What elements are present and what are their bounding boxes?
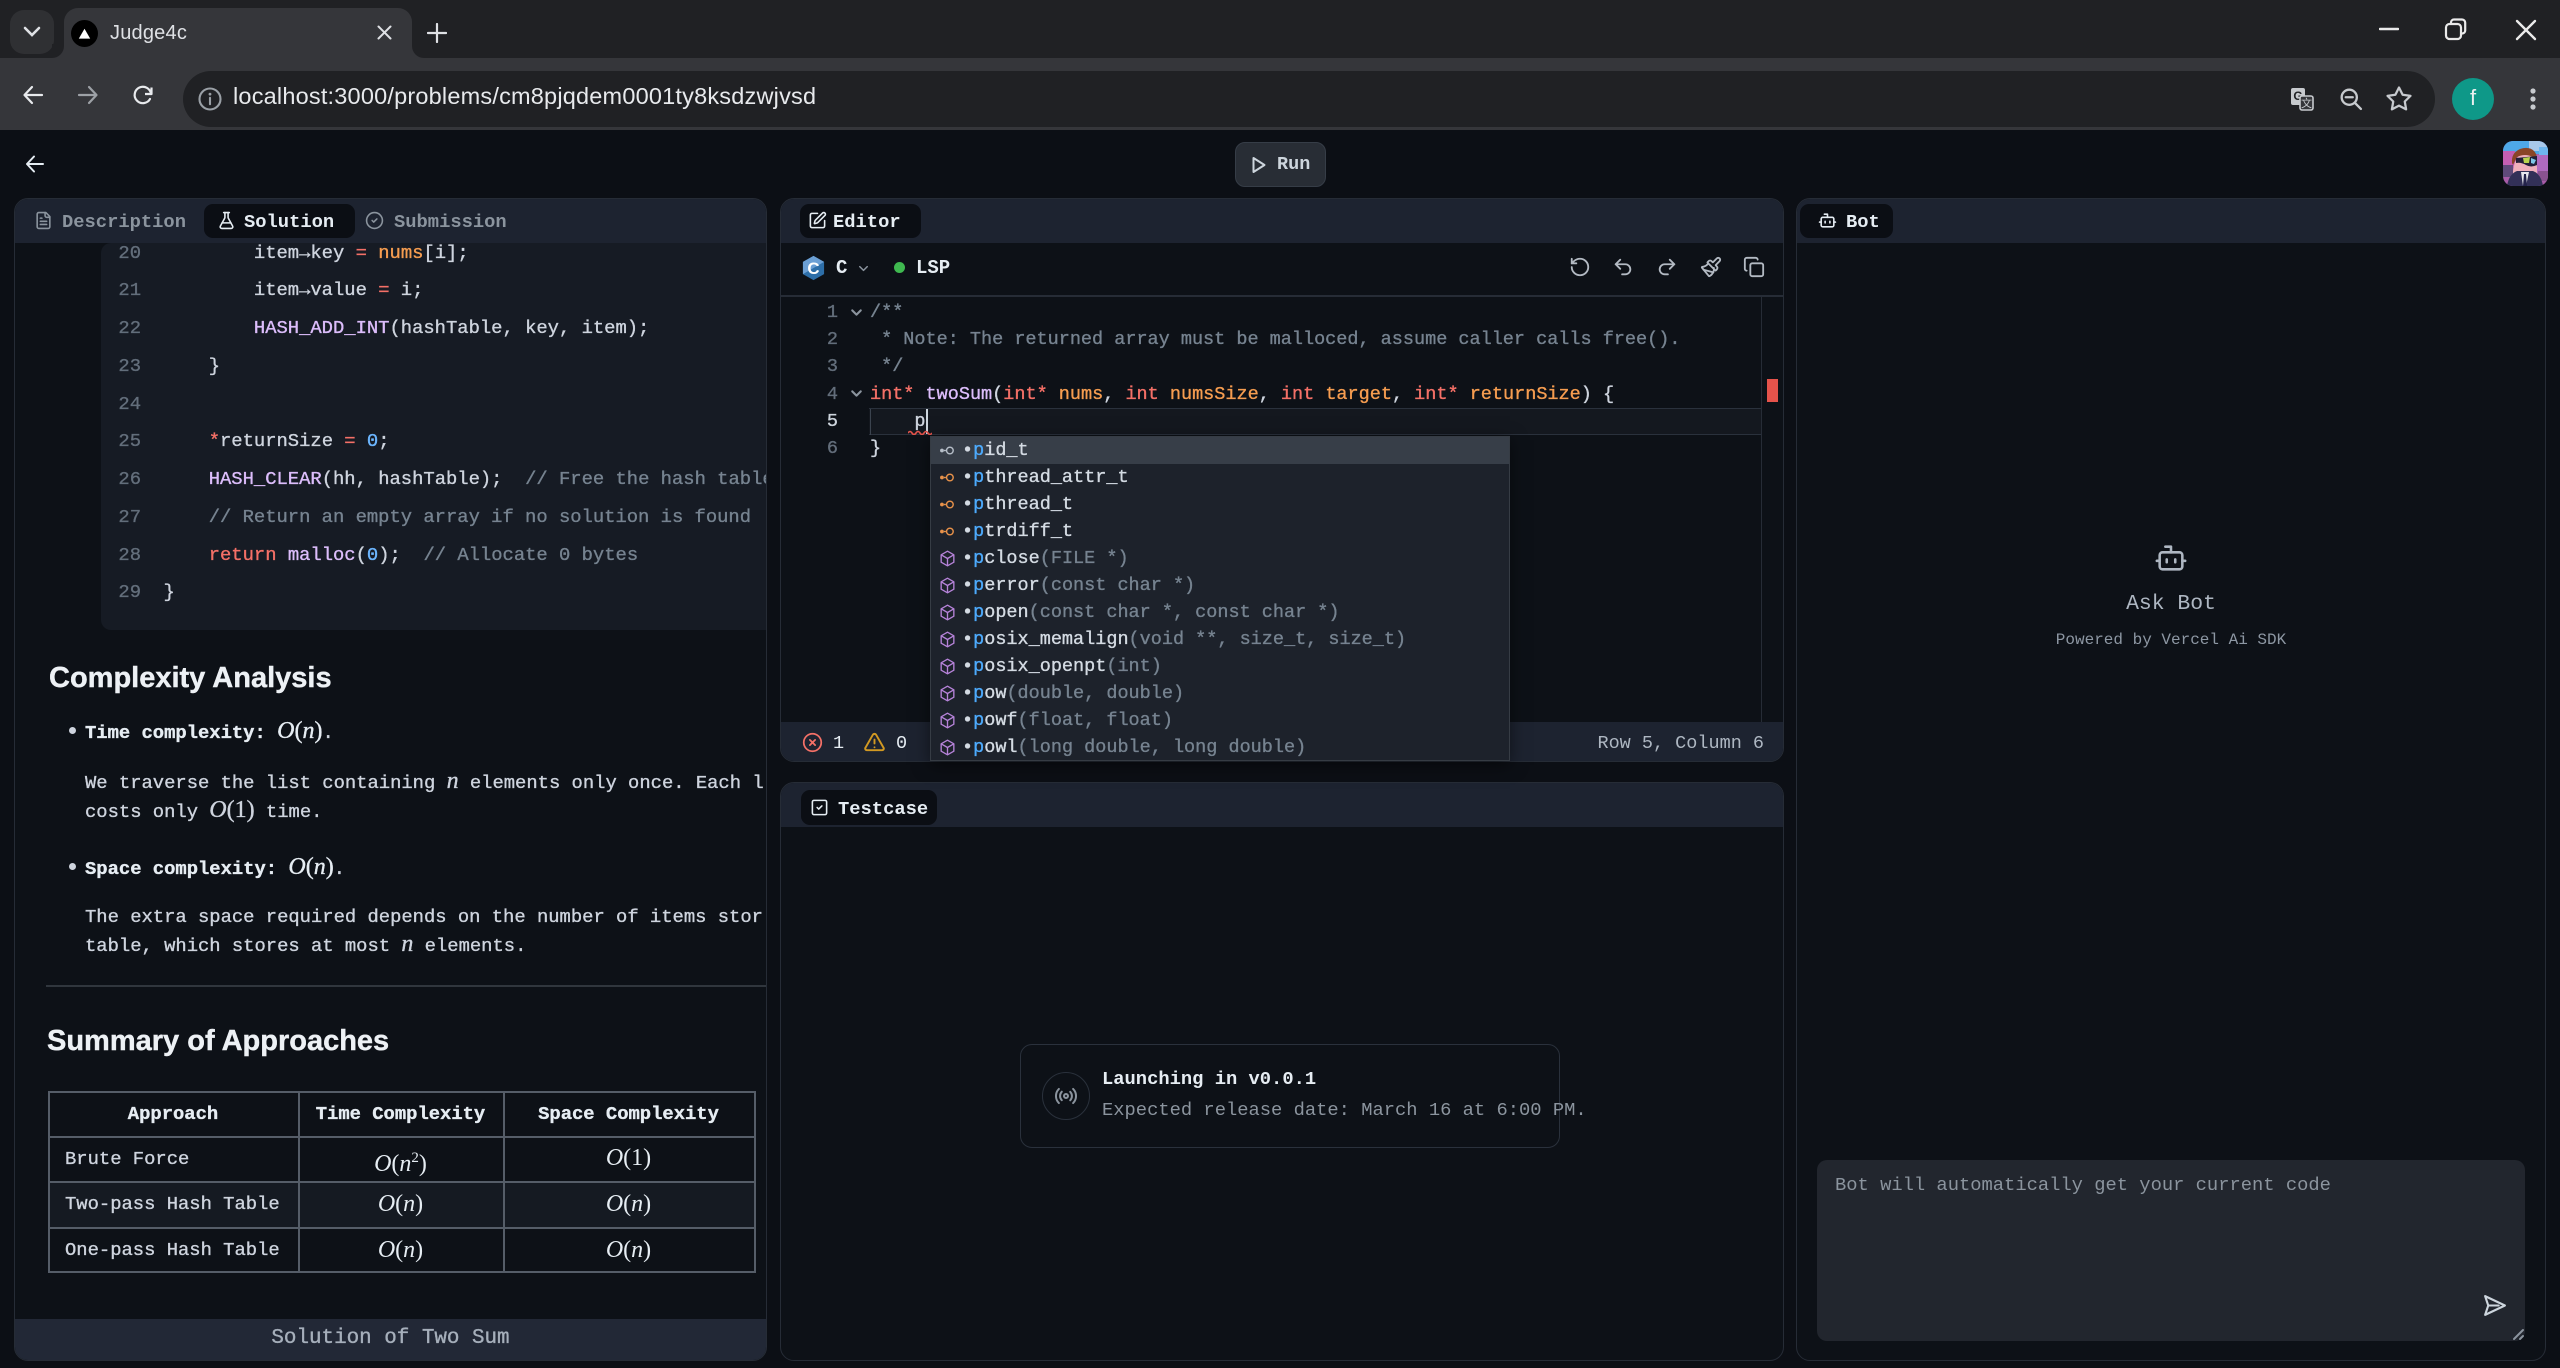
svg-text:文: 文 — [2301, 96, 2312, 110]
svg-text:C: C — [807, 259, 819, 278]
